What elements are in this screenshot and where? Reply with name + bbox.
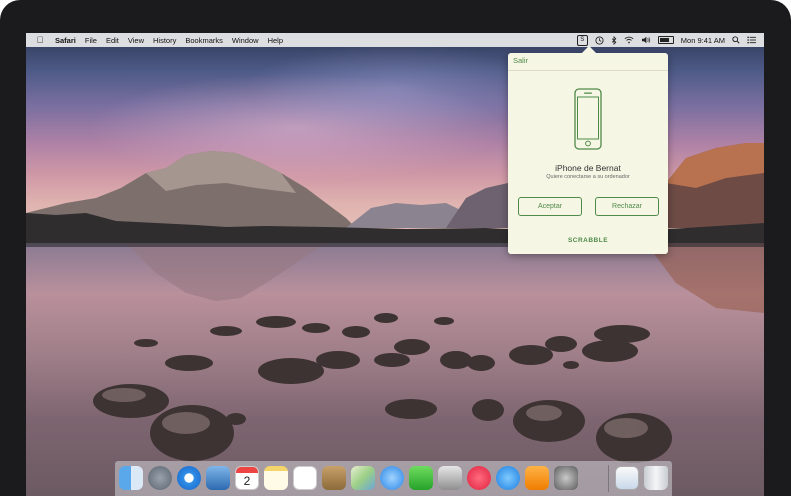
- device-subtitle: Quiere conectarse a su ordenador: [546, 174, 630, 180]
- contacts-icon[interactable]: [322, 466, 346, 490]
- finder-icon[interactable]: [119, 466, 143, 490]
- apple-menu-icon[interactable]: : [34, 35, 46, 45]
- menu-bar:  Safari File Edit View History Bookmark…: [26, 33, 764, 47]
- quit-button[interactable]: Salir: [513, 56, 528, 65]
- facetime-icon[interactable]: [409, 466, 433, 490]
- reminders-icon[interactable]: [293, 466, 317, 490]
- menu-view[interactable]: View: [128, 36, 144, 45]
- menu-safari[interactable]: Safari: [55, 36, 76, 45]
- trash-icon[interactable]: [644, 466, 668, 490]
- maps-icon[interactable]: [351, 466, 375, 490]
- reject-button[interactable]: Rechazar: [595, 197, 659, 216]
- wifi-icon[interactable]: [624, 36, 634, 44]
- battery-icon[interactable]: [657, 36, 674, 44]
- wallpaper-cloud: [246, 43, 546, 133]
- preview-icon[interactable]: [615, 466, 639, 490]
- wallpaper-rocks: [93, 313, 672, 463]
- calendar-day: 2: [243, 474, 251, 488]
- menu-window[interactable]: Window: [232, 36, 259, 45]
- app-store-icon[interactable]: [496, 466, 520, 490]
- launchpad-icon[interactable]: [148, 466, 172, 490]
- menu-edit[interactable]: Edit: [106, 36, 119, 45]
- itunes-icon[interactable]: [467, 466, 491, 490]
- notification-center-icon[interactable]: [747, 36, 756, 44]
- mail-icon[interactable]: [206, 466, 230, 490]
- calendar-icon[interactable]: 2: [235, 466, 259, 490]
- iphone-icon: [574, 88, 602, 150]
- volume-icon[interactable]: [641, 36, 651, 44]
- status-menus: S Mon 9:41 AM: [576, 33, 756, 47]
- scrabble-menu-icon[interactable]: S: [576, 34, 588, 46]
- ibooks-icon[interactable]: [525, 466, 549, 490]
- scrabble-logo: SCRABBLE: [567, 237, 609, 244]
- safari-icon[interactable]: [177, 466, 201, 490]
- time-machine-icon[interactable]: [595, 35, 604, 45]
- device-name: iPhone de Bernat: [555, 163, 621, 173]
- dock-separator: [608, 465, 609, 492]
- accept-button[interactable]: Aceptar: [518, 197, 582, 216]
- messages-icon[interactable]: [380, 466, 404, 490]
- popover-header: Salir: [508, 53, 668, 71]
- photo-booth-icon[interactable]: [438, 466, 462, 490]
- menu-bookmarks[interactable]: Bookmarks: [185, 36, 223, 45]
- system-preferences-icon[interactable]: [554, 466, 578, 490]
- notes-icon[interactable]: [264, 466, 288, 490]
- bluetooth-icon[interactable]: [611, 35, 617, 45]
- menu-help[interactable]: Help: [268, 36, 283, 45]
- search-icon[interactable]: [732, 36, 740, 44]
- desktop-screen:  Safari File Edit View History Bookmark…: [26, 33, 764, 496]
- menu-history[interactable]: History: [153, 36, 176, 45]
- dock: 2: [115, 461, 672, 496]
- menu-clock[interactable]: Mon 9:41 AM: [681, 36, 725, 45]
- menu-file[interactable]: File: [85, 36, 97, 45]
- connection-popover: Salir iPhone de Bernat Quiere conectarse…: [508, 53, 668, 254]
